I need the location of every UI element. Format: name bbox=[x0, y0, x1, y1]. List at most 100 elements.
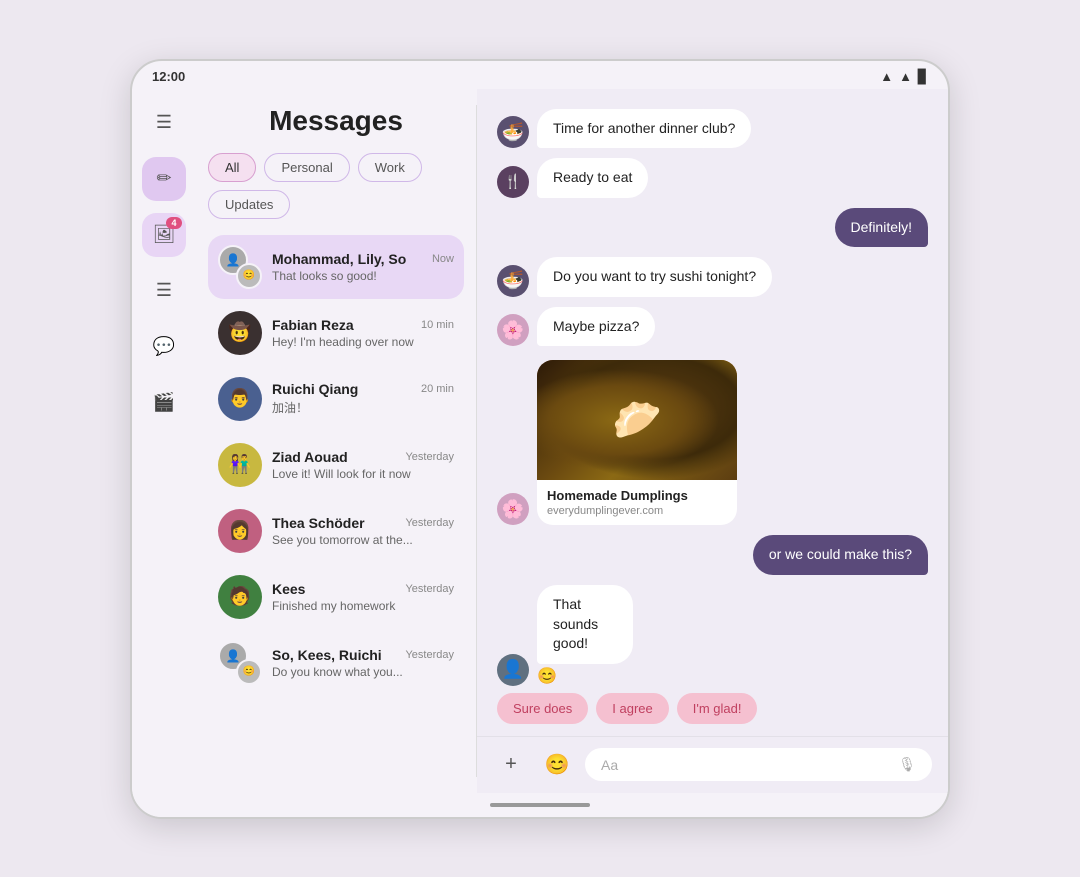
time-display: 12:00 bbox=[152, 69, 185, 84]
conv-name: Mohammad, Lily, So bbox=[272, 251, 406, 267]
filter-updates[interactable]: Updates bbox=[208, 190, 290, 219]
sidebar: ☰ ✏ 🖼 4 ☰ 💬 🎬 bbox=[132, 89, 196, 793]
app-body: ☰ ✏ 🖼 4 ☰ 💬 🎬 Messages All bbox=[132, 89, 948, 793]
conv-time: 10 min bbox=[421, 319, 454, 331]
message-bubble: Maybe pizza? bbox=[537, 307, 655, 347]
conv-header: Thea Schöder Yesterday bbox=[272, 515, 454, 531]
pencil-icon: ✏ bbox=[156, 168, 171, 189]
mic-icon: 🎙 bbox=[898, 756, 916, 773]
conv-header: Ruichi Qiang 20 min bbox=[272, 381, 454, 397]
message-row: 🌸 Maybe pizza? bbox=[497, 307, 928, 347]
conversation-item[interactable]: 👤 😊 Mohammad, Lily, So Now That looks so… bbox=[208, 235, 464, 299]
conv-info: Fabian Reza 10 min Hey! I'm heading over… bbox=[272, 317, 454, 349]
message-avatar: 👤 bbox=[497, 654, 529, 686]
link-card-title: Homemade Dumplings bbox=[547, 488, 727, 503]
conv-header: Fabian Reza 10 min bbox=[272, 317, 454, 333]
message-row: 🍜 Time for another dinner club? bbox=[497, 109, 928, 149]
message-bubble: Definitely! bbox=[835, 208, 928, 248]
dumpling-image bbox=[537, 360, 737, 480]
link-card[interactable]: Homemade Dumplings everydumplingever.com bbox=[537, 360, 737, 525]
message-bubble: That sounds good! bbox=[537, 585, 633, 664]
conv-info: Thea Schöder Yesterday See you tomorrow … bbox=[272, 515, 454, 547]
sidebar-compose-icon[interactable]: ✏ bbox=[142, 157, 186, 201]
message-bubble: Do you want to try sushi tonight? bbox=[537, 257, 772, 297]
message-row: Definitely! bbox=[497, 208, 928, 248]
reaction-emoji: 😊 bbox=[537, 666, 557, 686]
conv-header: Ziad Aouad Yesterday bbox=[272, 449, 454, 465]
sidebar-menu-icon[interactable]: ☰ bbox=[142, 101, 186, 145]
conversation-item[interactable]: 👫 Ziad Aouad Yesterday Love it! Will loo… bbox=[208, 433, 464, 497]
avatar: 🧑 bbox=[218, 575, 262, 619]
video-icon: 🎬 bbox=[153, 392, 175, 413]
conv-preview: Finished my homework bbox=[272, 599, 454, 613]
notification-badge: 4 bbox=[166, 217, 182, 229]
filter-personal[interactable]: Personal bbox=[264, 153, 349, 182]
message-row: 🍴 Ready to eat bbox=[497, 158, 928, 198]
conversation-item[interactable]: 🧑 Kees Yesterday Finished my homework bbox=[208, 565, 464, 629]
status-icons: ▲ ▲ ▊ bbox=[880, 69, 928, 85]
conv-info: Kees Yesterday Finished my homework bbox=[272, 581, 454, 613]
filter-all[interactable]: All bbox=[208, 153, 256, 182]
conv-header: So, Kees, Ruichi Yesterday bbox=[272, 647, 454, 663]
message-avatar: 🌸 bbox=[497, 314, 529, 346]
message-bubble: Ready to eat bbox=[537, 158, 648, 198]
home-indicator bbox=[132, 793, 948, 817]
notes-icon: ☰ bbox=[156, 280, 172, 301]
conv-preview: Hey! I'm heading over now bbox=[272, 335, 454, 349]
link-card-url: everydumplingever.com bbox=[547, 505, 727, 517]
quick-reply-im-glad[interactable]: I'm glad! bbox=[677, 693, 758, 724]
conversation-item[interactable]: 👩 Thea Schöder Yesterday See you tomorro… bbox=[208, 499, 464, 563]
sidebar-chat-icon[interactable]: 💬 bbox=[142, 325, 186, 369]
emoji-button[interactable]: 😊 bbox=[539, 747, 575, 783]
message-avatar: 🍴 bbox=[497, 166, 529, 198]
messages-title: Messages bbox=[208, 105, 464, 137]
message-input[interactable]: Aa 🎙 bbox=[585, 748, 932, 781]
message-row: or we could make this? bbox=[497, 535, 928, 575]
quick-reply-i-agree[interactable]: I agree bbox=[596, 693, 668, 724]
avatar: 👩 bbox=[218, 509, 262, 553]
conversation-item[interactable]: 👤 😊 So, Kees, Ruichi Yesterday Do you kn… bbox=[208, 631, 464, 695]
add-button[interactable]: + bbox=[493, 747, 529, 783]
wifi-icon: ▲ bbox=[880, 69, 893, 84]
message-avatar: 🍜 bbox=[497, 265, 529, 297]
chat-panel: 🍜 Time for another dinner club? 🍴 Ready … bbox=[477, 89, 948, 793]
sidebar-video-icon[interactable]: 🎬 bbox=[142, 381, 186, 425]
sidebar-messages-icon[interactable]: 🖼 4 bbox=[142, 213, 186, 257]
chat-messages: 🍜 Time for another dinner club? 🍴 Ready … bbox=[477, 89, 948, 693]
conv-time: Now bbox=[432, 253, 454, 265]
conv-info: So, Kees, Ruichi Yesterday Do you know w… bbox=[272, 647, 454, 679]
chat-icon: 💬 bbox=[153, 336, 175, 357]
conv-name: Thea Schöder bbox=[272, 515, 365, 531]
emoji-icon: 😊 bbox=[545, 752, 570, 777]
hamburger-icon: ☰ bbox=[156, 112, 172, 133]
conv-preview: 加油！ bbox=[272, 399, 454, 416]
conversation-item[interactable]: 👨 Ruichi Qiang 20 min 加油！ bbox=[208, 367, 464, 431]
message-avatar: 🌸 bbox=[497, 493, 529, 525]
conv-header: Mohammad, Lily, So Now bbox=[272, 251, 454, 267]
conv-info: Ruichi Qiang 20 min 加油！ bbox=[272, 381, 454, 416]
status-bar: 12:00 ▲ ▲ ▊ bbox=[132, 61, 948, 89]
sidebar-notes-icon[interactable]: ☰ bbox=[142, 269, 186, 313]
conv-header: Kees Yesterday bbox=[272, 581, 454, 597]
quick-replies: Sure does I agree I'm glad! bbox=[477, 693, 948, 736]
conv-time: 20 min bbox=[421, 383, 454, 395]
plus-icon: + bbox=[505, 753, 517, 776]
message-bubble: or we could make this? bbox=[753, 535, 928, 575]
filter-work[interactable]: Work bbox=[358, 153, 422, 182]
message-row: 🍜 Do you want to try sushi tonight? bbox=[497, 257, 928, 297]
avatar: 👨 bbox=[218, 377, 262, 421]
battery-icon: ▊ bbox=[918, 69, 928, 85]
conv-name: Ziad Aouad bbox=[272, 449, 348, 465]
conv-name: So, Kees, Ruichi bbox=[272, 647, 382, 663]
chat-input-bar: + 😊 Aa 🎙 bbox=[477, 736, 948, 793]
conversation-item[interactable]: 🤠 Fabian Reza 10 min Hey! I'm heading ov… bbox=[208, 301, 464, 365]
messages-panel: Messages All Personal Work Updates 👤 😊 M… bbox=[196, 89, 476, 793]
device-frame: 12:00 ▲ ▲ ▊ ☰ ✏ 🖼 4 ☰ 💬 bbox=[130, 59, 950, 819]
conv-name: Kees bbox=[272, 581, 305, 597]
link-card-image bbox=[537, 360, 737, 480]
conv-time: Yesterday bbox=[405, 451, 454, 463]
conv-info: Mohammad, Lily, So Now That looks so goo… bbox=[272, 251, 454, 283]
quick-reply-sure-does[interactable]: Sure does bbox=[497, 693, 588, 724]
conv-time: Yesterday bbox=[405, 649, 454, 661]
message-bubble: Time for another dinner club? bbox=[537, 109, 751, 149]
